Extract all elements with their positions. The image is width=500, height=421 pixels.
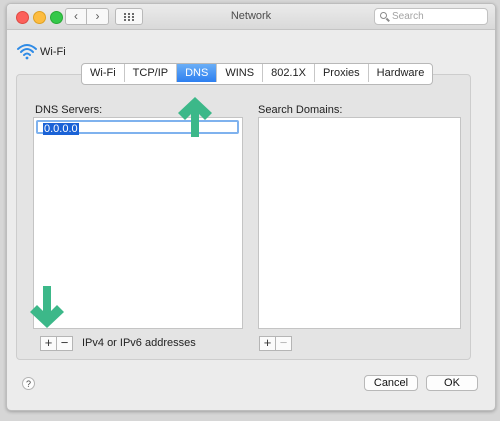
tab-dns[interactable]: DNS (177, 64, 218, 82)
tab-tcpip[interactable]: TCP/IP (125, 64, 178, 82)
search-domains-list[interactable] (258, 117, 461, 329)
add-search-domain-button[interactable]: + (259, 336, 276, 351)
wifi-icon (17, 44, 37, 60)
title-bar: ‹ › Network Search (7, 4, 495, 30)
help-button[interactable]: ? (22, 377, 35, 390)
tab-proxies[interactable]: Proxies (315, 64, 369, 82)
dns-server-value[interactable]: 0.0.0.0 (43, 123, 79, 135)
search-field[interactable]: Search (374, 8, 488, 25)
dns-servers-label: DNS Servers: (35, 104, 103, 116)
dns-hint: IPv4 or IPv6 addresses (82, 337, 196, 349)
interface-name: Wi-Fi (40, 46, 66, 58)
tab-hardware[interactable]: Hardware (369, 64, 433, 82)
remove-search-domain-button[interactable]: − (275, 336, 292, 351)
remove-dns-server-button[interactable]: − (56, 336, 73, 351)
ok-button[interactable]: OK (426, 375, 478, 391)
add-dns-server-button[interactable]: + (40, 336, 57, 351)
annotation-arrow-down-icon (30, 286, 64, 328)
tab-wins[interactable]: WINS (217, 64, 264, 82)
annotation-arrow-up-icon (178, 97, 212, 137)
search-domains-label: Search Domains: (258, 104, 343, 116)
search-placeholder: Search (392, 11, 424, 22)
search-icon (380, 12, 387, 19)
tab-8021x[interactable]: 802.1X (263, 64, 315, 82)
tab-wifi[interactable]: Wi-Fi (82, 64, 125, 82)
tab-bar: Wi-Fi TCP/IP DNS WINS 802.1X Proxies Har… (81, 63, 434, 85)
cancel-button[interactable]: Cancel (364, 375, 418, 391)
